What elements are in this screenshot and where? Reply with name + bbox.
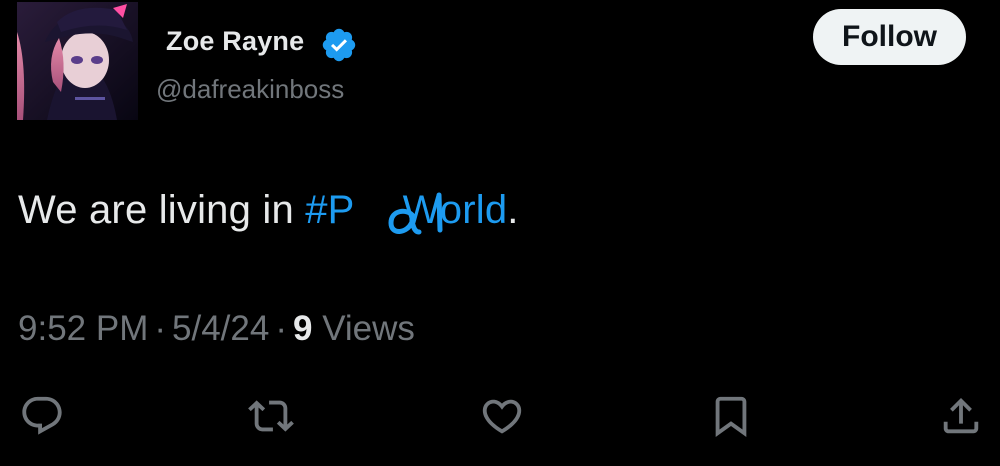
share-icon: [943, 397, 979, 434]
views-count: 9: [292, 309, 313, 348]
follow-button[interactable]: Follow: [813, 9, 966, 65]
like-button[interactable]: [479, 393, 525, 439]
bookmark-icon: [715, 396, 747, 437]
meta-separator: ·: [154, 309, 167, 348]
tweet-text-prefix: We are living in: [18, 188, 306, 232]
tweet-text-suffix: .: [507, 188, 519, 232]
tweet-time[interactable]: 9:52 PM: [18, 309, 148, 348]
share-button[interactable]: [938, 393, 984, 439]
reply-button[interactable]: [19, 393, 65, 439]
display-name[interactable]: Zoe Rayne: [166, 26, 304, 57]
bookmark-button[interactable]: [708, 393, 754, 439]
tweet-meta: 9:52 PM · 5/4/24 · 9 Views: [18, 309, 415, 349]
verified-badge-icon: [320, 26, 358, 64]
like-icon: [482, 399, 522, 434]
retweet-button[interactable]: [248, 393, 294, 439]
retweet-icon: [248, 400, 294, 432]
avatar-image: [17, 2, 138, 120]
views-label: Views: [322, 309, 415, 348]
user-handle[interactable]: @dafreakinboss: [156, 74, 344, 105]
meta-separator: ·: [275, 309, 287, 348]
avatar[interactable]: [17, 2, 138, 120]
hashtag-start: #P: [305, 188, 355, 232]
reply-icon: [22, 396, 62, 435]
tweet-date[interactable]: 5/4/24: [172, 309, 269, 348]
handwritten-overlay: [388, 192, 443, 235]
